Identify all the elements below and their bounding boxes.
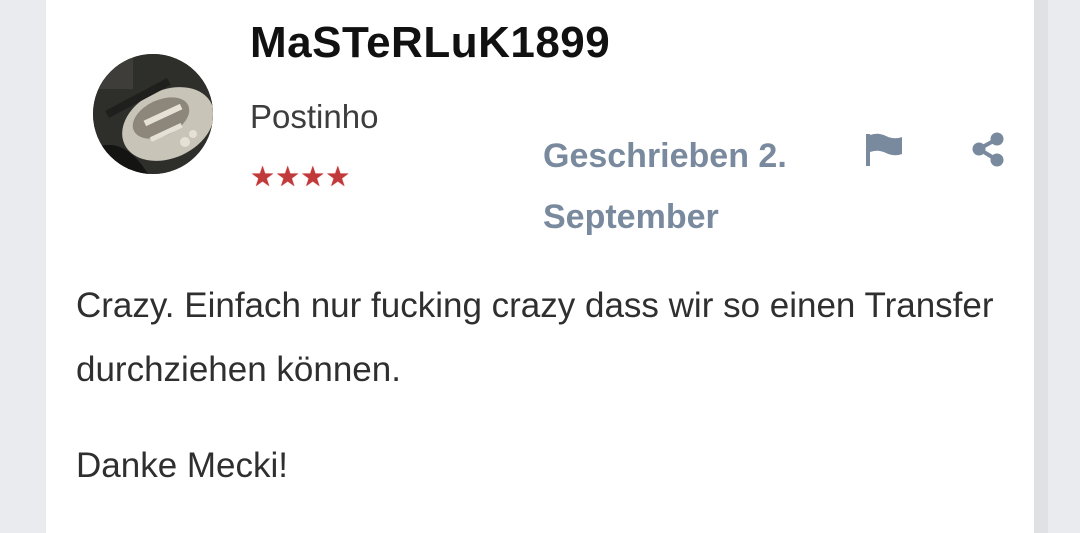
flag-icon: [866, 133, 902, 166]
guitar-photo-avatar-icon: [93, 54, 213, 174]
author-rank-title: Postinho: [250, 98, 379, 135]
avatar[interactable]: [93, 54, 213, 174]
post-paragraph: Danke Mecki!: [76, 446, 289, 485]
share-icon: [972, 132, 1004, 167]
post-paragraph: Crazy. Einfach nur fucking crazy dass wi…: [76, 286, 994, 389]
post-date[interactable]: Geschrieben 2. September: [543, 126, 843, 248]
author-username[interactable]: MaSTeRLuK1899: [250, 18, 610, 68]
share-button[interactable]: [968, 130, 1008, 170]
author-rank-stars: ★★★★: [250, 161, 351, 192]
scroll-gutter: [1034, 0, 1048, 533]
report-button[interactable]: [860, 130, 906, 170]
post-body: Crazy. Einfach nur fucking crazy dass wi…: [76, 274, 1006, 498]
